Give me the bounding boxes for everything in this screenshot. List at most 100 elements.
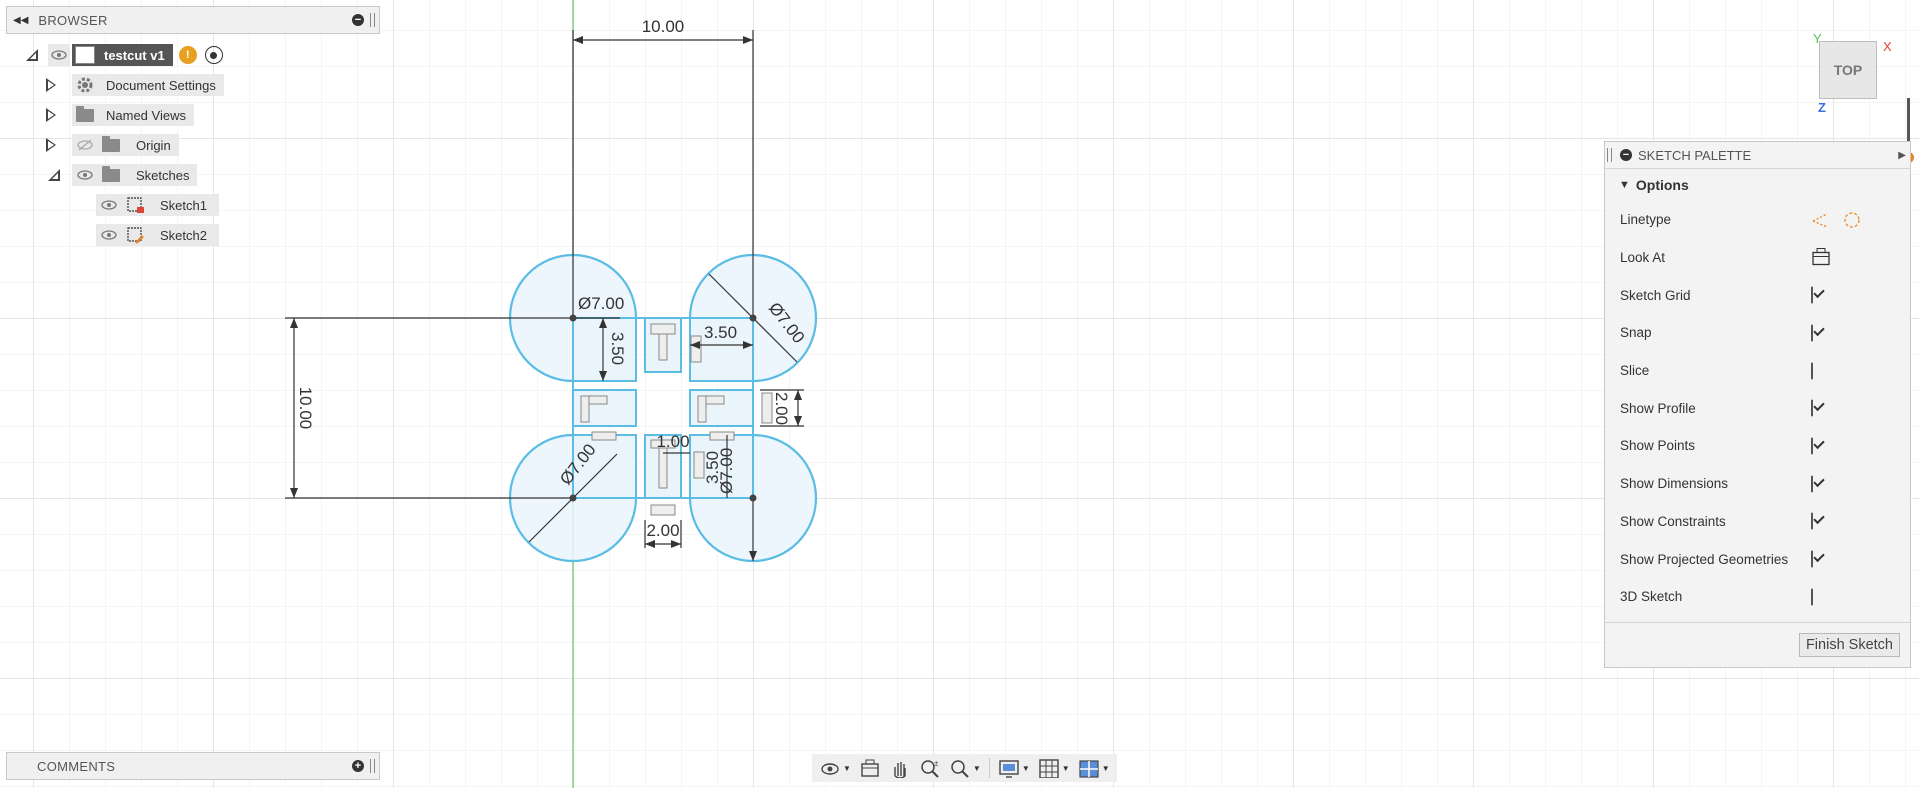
zoom-window-button[interactable]: ± [916, 755, 944, 781]
tree-item-document-settings[interactable]: Document Settings [46, 72, 224, 98]
zoom-button[interactable]: ▼ [946, 755, 984, 781]
palette-drag-grip-icon[interactable] [1607, 148, 1612, 162]
look-at-icon [861, 759, 879, 777]
expanded-triangle-icon[interactable] [24, 47, 40, 63]
viewports-button[interactable]: ▼ [1075, 755, 1113, 781]
sketch-edit-icon [122, 224, 148, 246]
dim-200-bottom[interactable]: 2.00 [646, 521, 679, 540]
palette-row-linetype: Linetype [1605, 201, 1910, 239]
palette-row-3d-sketch: 3D Sketch [1605, 578, 1910, 616]
view-cube-face[interactable]: TOP [1834, 62, 1863, 78]
show-projected-geometries-checkbox[interactable] [1811, 550, 1813, 568]
row-label: Look At [1620, 250, 1666, 266]
expanded-triangle-icon[interactable] [46, 167, 62, 183]
palette-title: SKETCH PALETTE [1638, 147, 1752, 163]
visibility-eye-icon[interactable] [48, 44, 70, 66]
component-box-icon [75, 46, 95, 64]
tree-item-sketch1[interactable]: Sketch1 [96, 192, 219, 218]
look-at-icon[interactable] [1811, 247, 1831, 265]
display-settings-button[interactable]: ▼ [995, 755, 1033, 781]
visibility-eye-icon[interactable] [96, 224, 122, 246]
show-constraints-checkbox[interactable] [1811, 512, 1813, 530]
row-label: Show Profile [1620, 400, 1696, 416]
comments-header[interactable]: COMMENTS + [6, 752, 380, 780]
row-label: 3D Sketch [1620, 589, 1683, 605]
tree-item-named-views[interactable]: Named Views [46, 102, 194, 128]
slice-checkbox[interactable] [1811, 362, 1813, 380]
x-axis-label: X [1883, 39, 1892, 54]
dim-top-width[interactable]: 10.00 [642, 17, 685, 36]
show-dimensions-checkbox[interactable] [1811, 475, 1813, 493]
svg-text:±: ± [934, 759, 939, 768]
palette-expand-icon[interactable]: ▶ [1898, 150, 1906, 161]
dim-vertical-350-bottom[interactable]: 3.50 [703, 451, 722, 484]
visibility-eye-icon[interactable] [96, 194, 122, 216]
palette-row-sketch-grid: Sketch Grid [1605, 276, 1910, 314]
comments-pin-icon[interactable] [370, 759, 375, 773]
view-cube[interactable]: TOP [1819, 41, 1877, 99]
options-section-header[interactable]: ▼ Options [1605, 169, 1910, 201]
browser-header[interactable]: ◀◀ BROWSER − [6, 6, 380, 34]
expand-triangle-icon[interactable] [46, 78, 56, 92]
zoom-window-icon: ± [921, 759, 939, 778]
collapse-arrow-icon[interactable]: ▼ [1619, 179, 1630, 191]
comments-add-icon[interactable]: + [352, 760, 364, 772]
expand-triangle-icon[interactable] [46, 138, 56, 152]
toolbar-separator [988, 758, 990, 778]
folder-icon [98, 134, 124, 156]
row-label: Snap [1620, 325, 1652, 341]
dim-100[interactable]: 1.00 [656, 432, 689, 451]
tree-item-origin[interactable]: Origin [46, 132, 179, 158]
grid-snaps-button[interactable]: ▼ [1035, 755, 1073, 781]
component-chip[interactable]: testcut v1 [72, 44, 173, 66]
activate-badge-icon[interactable]: ! [178, 46, 197, 64]
dim-diameter-top-left[interactable]: Ø7.00 [578, 294, 624, 313]
dim-horizontal-350-right[interactable]: 3.50 [704, 323, 737, 342]
row-label: Slice [1620, 363, 1650, 379]
construction-linetype-icon[interactable] [1811, 211, 1829, 229]
orbit-button[interactable]: ▼ [816, 755, 854, 781]
palette-row-show-constraints: Show Constraints [1605, 503, 1910, 541]
display-settings-icon [999, 760, 1019, 778]
navigation-toolbar: ▼ ± ▼ ▼ ▼ ▼ [812, 754, 1117, 782]
row-label: Sketch Grid [1620, 287, 1691, 303]
snap-checkbox[interactable] [1811, 324, 1813, 342]
hidden-eye-icon[interactable] [72, 134, 98, 156]
palette-divider [1605, 622, 1910, 623]
tree-item-label: Sketch2 [148, 224, 219, 246]
expand-triangle-icon[interactable] [46, 108, 56, 122]
show-points-checkbox[interactable] [1811, 437, 1813, 455]
palette-row-show-points: Show Points [1605, 427, 1910, 465]
3d-sketch-checkbox[interactable] [1811, 588, 1813, 606]
browser-title: BROWSER [38, 12, 108, 28]
palette-row-slice: Slice [1605, 352, 1910, 390]
palette-minimize-icon[interactable]: − [1620, 149, 1632, 161]
sketch-grid-checkbox[interactable] [1811, 286, 1813, 304]
browser-minimize-icon[interactable]: − [352, 14, 364, 26]
folder-icon [72, 104, 98, 126]
look-at-button[interactable] [856, 755, 884, 781]
pan-button[interactable] [886, 755, 914, 781]
collapse-browser-icon[interactable]: ◀◀ [13, 15, 28, 26]
tree-root[interactable]: testcut v1 ! [24, 42, 223, 68]
gear-icon [72, 74, 98, 96]
row-label: Linetype [1620, 212, 1672, 228]
pan-icon [894, 762, 906, 778]
row-label: Show Projected Geometries [1620, 551, 1789, 567]
active-radio-icon[interactable] [204, 46, 223, 64]
visibility-eye-icon[interactable] [72, 164, 98, 186]
browser-pin-icon[interactable] [370, 13, 375, 27]
tree-item-sketches[interactable]: Sketches [46, 162, 198, 188]
palette-header[interactable]: − SKETCH PALETTE ▶ [1605, 142, 1910, 169]
dim-left-height[interactable]: 10.00 [296, 387, 315, 430]
tree-item-label: Sketches [124, 164, 198, 186]
show-profile-checkbox[interactable] [1811, 399, 1813, 417]
centerline-linetype-icon[interactable] [1843, 211, 1861, 229]
finish-sketch-button[interactable]: Finish Sketch [1798, 633, 1900, 657]
row-label: Show Dimensions [1620, 476, 1729, 492]
palette-row-look-at: Look At [1605, 239, 1910, 277]
dim-200-right[interactable]: 2.00 [772, 392, 791, 425]
tree-item-sketch2[interactable]: Sketch2 [96, 222, 219, 248]
dim-vertical-350-left[interactable]: 3.50 [608, 332, 627, 365]
options-section-label: Options [1635, 177, 1689, 193]
